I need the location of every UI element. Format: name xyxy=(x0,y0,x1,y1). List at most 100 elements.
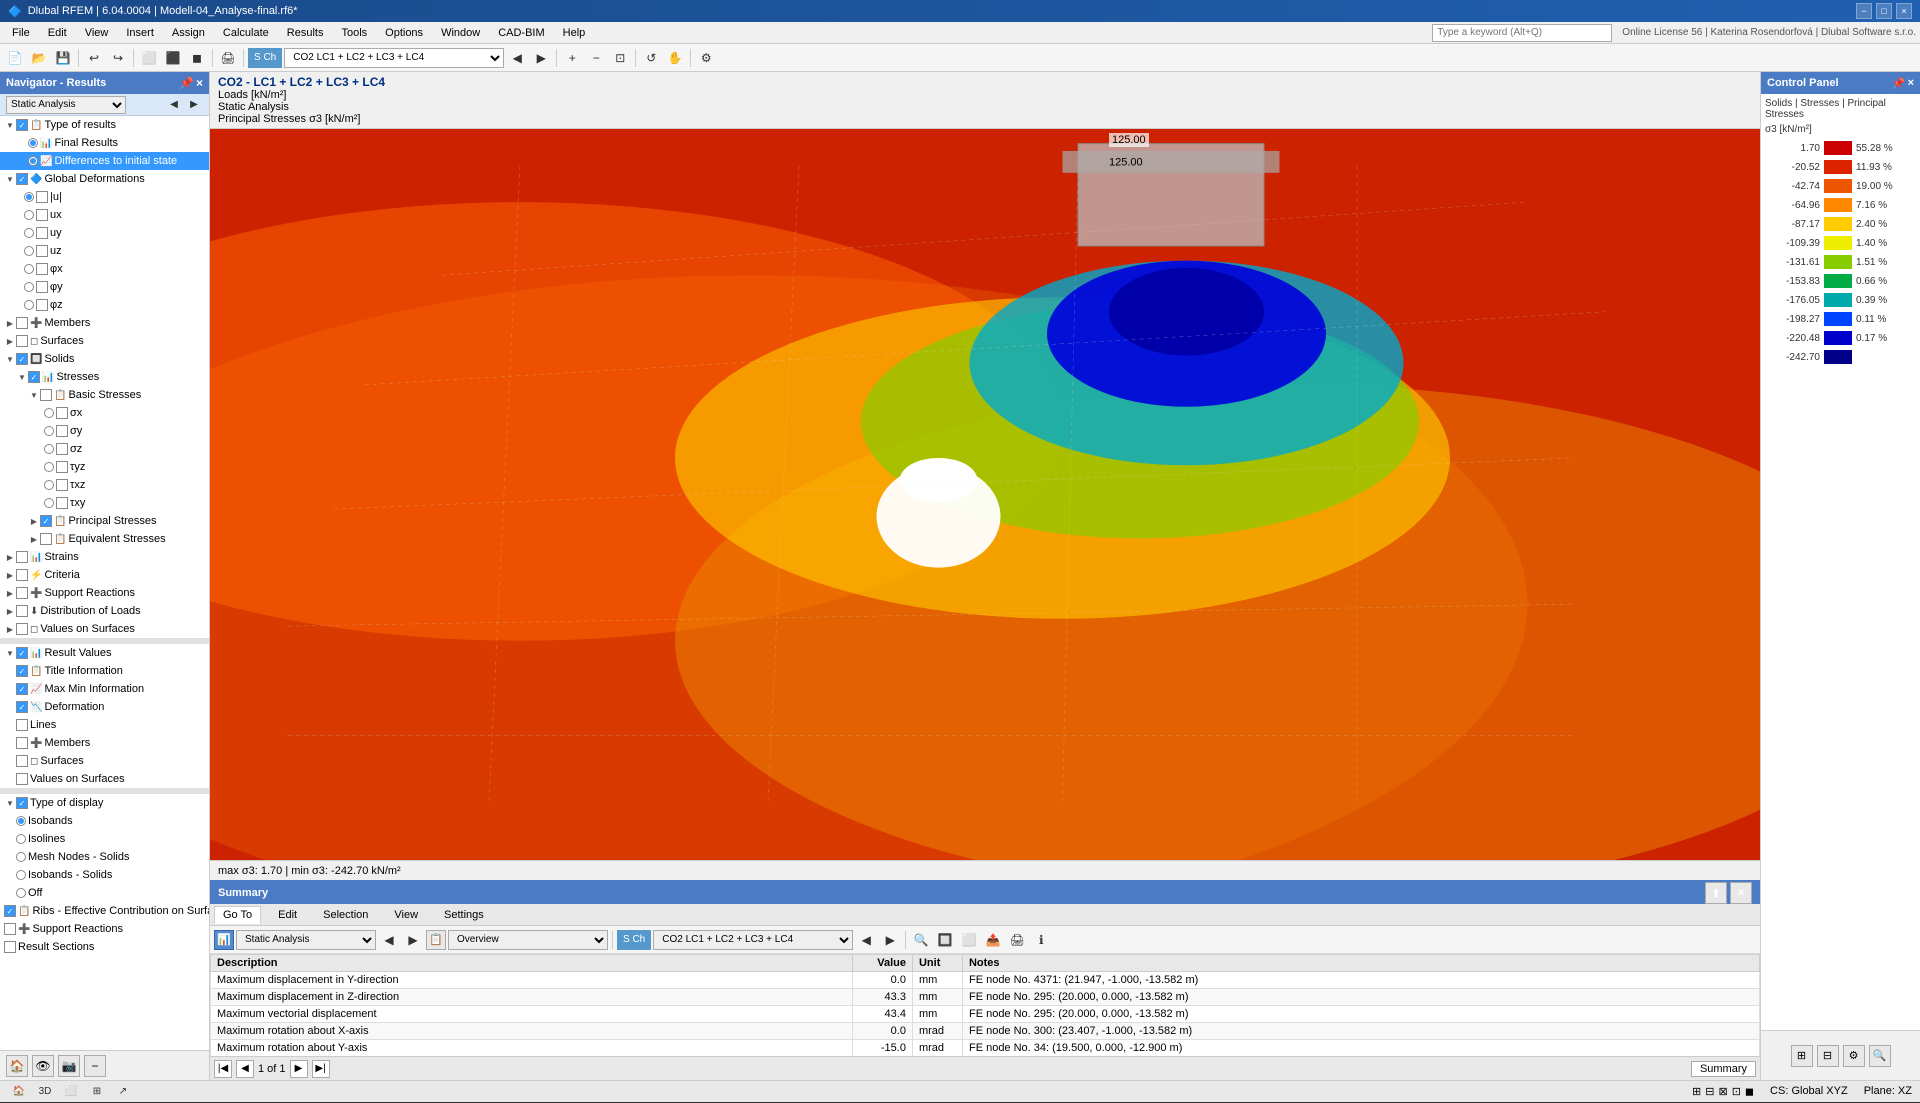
check-members2[interactable] xyxy=(16,737,28,749)
ctrl-btn-2[interactable]: ⊟ xyxy=(1817,1045,1839,1067)
menu-view[interactable]: View xyxy=(77,25,117,41)
tree-basic-stresses[interactable]: ▼ 📋 Basic Stresses xyxy=(0,386,209,404)
check-sigma-y[interactable] xyxy=(56,425,68,437)
tree-equivalent-stresses[interactable]: ▶ 📋 Equivalent Stresses xyxy=(0,530,209,548)
check-values-surfaces[interactable] xyxy=(16,623,28,635)
tree-phiz[interactable]: φz xyxy=(0,296,209,314)
tree-members[interactable]: ▶ ➕ Members xyxy=(0,314,209,332)
ctrl-btn-1[interactable]: ⊞ xyxy=(1791,1045,1813,1067)
summary-tab-settings[interactable]: Settings xyxy=(435,906,493,924)
check-lines[interactable] xyxy=(16,719,28,731)
expander-values-surfaces[interactable]: ▶ xyxy=(4,623,16,635)
tree-tau-xz[interactable]: τxz xyxy=(0,476,209,494)
check-ribs[interactable]: ✓ xyxy=(4,905,16,917)
check-tau-yz[interactable] xyxy=(56,461,68,473)
summary-tab-edit[interactable]: Edit xyxy=(269,906,306,924)
expander-stresses[interactable]: ▼ xyxy=(16,371,28,383)
tree-support-reactions[interactable]: ▶ ➕ Support Reactions xyxy=(0,584,209,602)
tree-stresses[interactable]: ▼ ✓ 📊 Stresses xyxy=(0,368,209,386)
summary-tab-goto[interactable]: Go To xyxy=(214,906,261,924)
zoom-in-btn[interactable]: + xyxy=(561,47,583,69)
check-type-display[interactable]: ✓ xyxy=(16,797,28,809)
radio-sigma-z[interactable] xyxy=(44,444,54,454)
nav-next-btn[interactable]: ▶ xyxy=(530,47,552,69)
control-panel-close-btn[interactable]: × xyxy=(1908,77,1914,90)
nav-eye-btn[interactable]: 👁 xyxy=(32,1055,54,1077)
check-distribution-loads[interactable] xyxy=(16,605,28,617)
tree-isobands-solids[interactable]: Isobands - Solids xyxy=(0,866,209,884)
status-home-btn[interactable]: 🏠 xyxy=(8,1081,30,1103)
tree-differences-initial[interactable]: 📈 Differences to initial state xyxy=(0,152,209,170)
tree-lines[interactable]: Lines xyxy=(0,716,209,734)
tree-values-surfaces[interactable]: ▶ ◻ Values on Surfaces xyxy=(0,620,209,638)
check-stresses[interactable]: ✓ xyxy=(28,371,40,383)
tree-result-values[interactable]: ▼ ✓ 📊 Result Values xyxy=(0,644,209,662)
summary-columns-btn[interactable]: ⬜ xyxy=(958,929,980,951)
check-maxmin-info[interactable]: ✓ xyxy=(16,683,28,695)
summary-overview-combo[interactable]: Overview xyxy=(448,930,608,950)
summary-filter-btn[interactable]: 🔍 xyxy=(910,929,932,951)
tree-final-results[interactable]: 📊 Final Results xyxy=(0,134,209,152)
summary-group-btn[interactable]: 🔲 xyxy=(934,929,956,951)
tree-mesh-nodes-solids[interactable]: Mesh Nodes - Solids xyxy=(0,848,209,866)
tree-principal-stresses[interactable]: ▶ ✓ 📋 Principal Stresses xyxy=(0,512,209,530)
check-title-info[interactable]: ✓ xyxy=(16,665,28,677)
control-panel-pin-btn[interactable]: 📌 xyxy=(1892,77,1906,90)
tree-phix[interactable]: φx xyxy=(0,260,209,278)
radio-isolines[interactable] xyxy=(16,834,26,844)
check-phiz[interactable] xyxy=(36,299,48,311)
check-ux[interactable] xyxy=(36,209,48,221)
zoom-out-btn[interactable]: − xyxy=(585,47,607,69)
tree-sigma-x[interactable]: σx xyxy=(0,404,209,422)
menu-cadbim[interactable]: CAD-BIM xyxy=(490,25,552,41)
pan-btn[interactable]: ✋ xyxy=(664,47,686,69)
view2-btn[interactable]: ⬛ xyxy=(162,47,184,69)
radio-tau-xy[interactable] xyxy=(44,498,54,508)
summary-tab-view[interactable]: View xyxy=(385,906,427,924)
check-members[interactable] xyxy=(16,317,28,329)
status-arrow-btn[interactable]: ↗ xyxy=(112,1081,134,1103)
check-surfaces2[interactable] xyxy=(16,755,28,767)
check-tau-xz[interactable] xyxy=(56,479,68,491)
expander-principal-stresses[interactable]: ▶ xyxy=(28,515,40,527)
table-row[interactable]: Maximum rotation about X-axis 0.0 mrad F… xyxy=(211,1023,1760,1040)
summary-close-btn[interactable]: × xyxy=(1730,882,1752,904)
expander-solids[interactable]: ▼ xyxy=(4,353,16,365)
radio-phix[interactable] xyxy=(24,264,34,274)
nav-next-item-btn[interactable]: ▶ xyxy=(185,96,203,114)
save-btn[interactable]: 💾 xyxy=(52,47,74,69)
load-case-combo[interactable]: CO2 LC1 + LC2 + LC3 + LC4 xyxy=(284,48,504,68)
check-u[interactable] xyxy=(36,191,48,203)
tree-members2[interactable]: ➕ Members xyxy=(0,734,209,752)
pager-prev-btn[interactable]: ◀ xyxy=(236,1060,254,1078)
expander-members[interactable]: ▶ xyxy=(4,317,16,329)
tree-maxmin-info[interactable]: ✓ 📈 Max Min Information xyxy=(0,680,209,698)
expander-basic-stresses[interactable]: ▼ xyxy=(28,389,40,401)
ctrl-btn-3[interactable]: ⚙ xyxy=(1843,1045,1865,1067)
radio-tau-xz[interactable] xyxy=(44,480,54,490)
view3-btn[interactable]: ◼ xyxy=(186,47,208,69)
expander-type-of-results[interactable]: ▼ xyxy=(4,119,16,131)
keyword-search-input[interactable] xyxy=(1432,24,1612,42)
check-surfaces[interactable] xyxy=(16,335,28,347)
summary-analysis-combo[interactable]: Static Analysis xyxy=(236,930,376,950)
check-uz[interactable] xyxy=(36,245,48,257)
settings-btn[interactable]: ⚙ xyxy=(695,47,717,69)
summary-prev-btn[interactable]: ◀ xyxy=(378,929,400,951)
tree-surfaces[interactable]: ▶ ◻ Surfaces xyxy=(0,332,209,350)
pager-next-btn[interactable]: ▶ xyxy=(290,1060,308,1078)
check-phix[interactable] xyxy=(36,263,48,275)
menu-results[interactable]: Results xyxy=(279,25,332,41)
expander-diff-initial[interactable] xyxy=(20,155,28,167)
pager-first-btn[interactable]: |◀ xyxy=(214,1060,232,1078)
tree-uz[interactable]: uz xyxy=(0,242,209,260)
tree-criteria[interactable]: ▶ ⚡ Criteria xyxy=(0,566,209,584)
radio-mesh-nodes-solids[interactable] xyxy=(16,852,26,862)
expander-final-results[interactable] xyxy=(20,137,28,149)
new-btn[interactable]: 📄 xyxy=(4,47,26,69)
expander-equivalent-stresses[interactable]: ▶ xyxy=(28,533,40,545)
radio-ux[interactable] xyxy=(24,210,34,220)
check-basic-stresses[interactable] xyxy=(40,389,52,401)
tree-ux[interactable]: ux xyxy=(0,206,209,224)
titlebar-controls[interactable]: − □ × xyxy=(1856,3,1912,19)
